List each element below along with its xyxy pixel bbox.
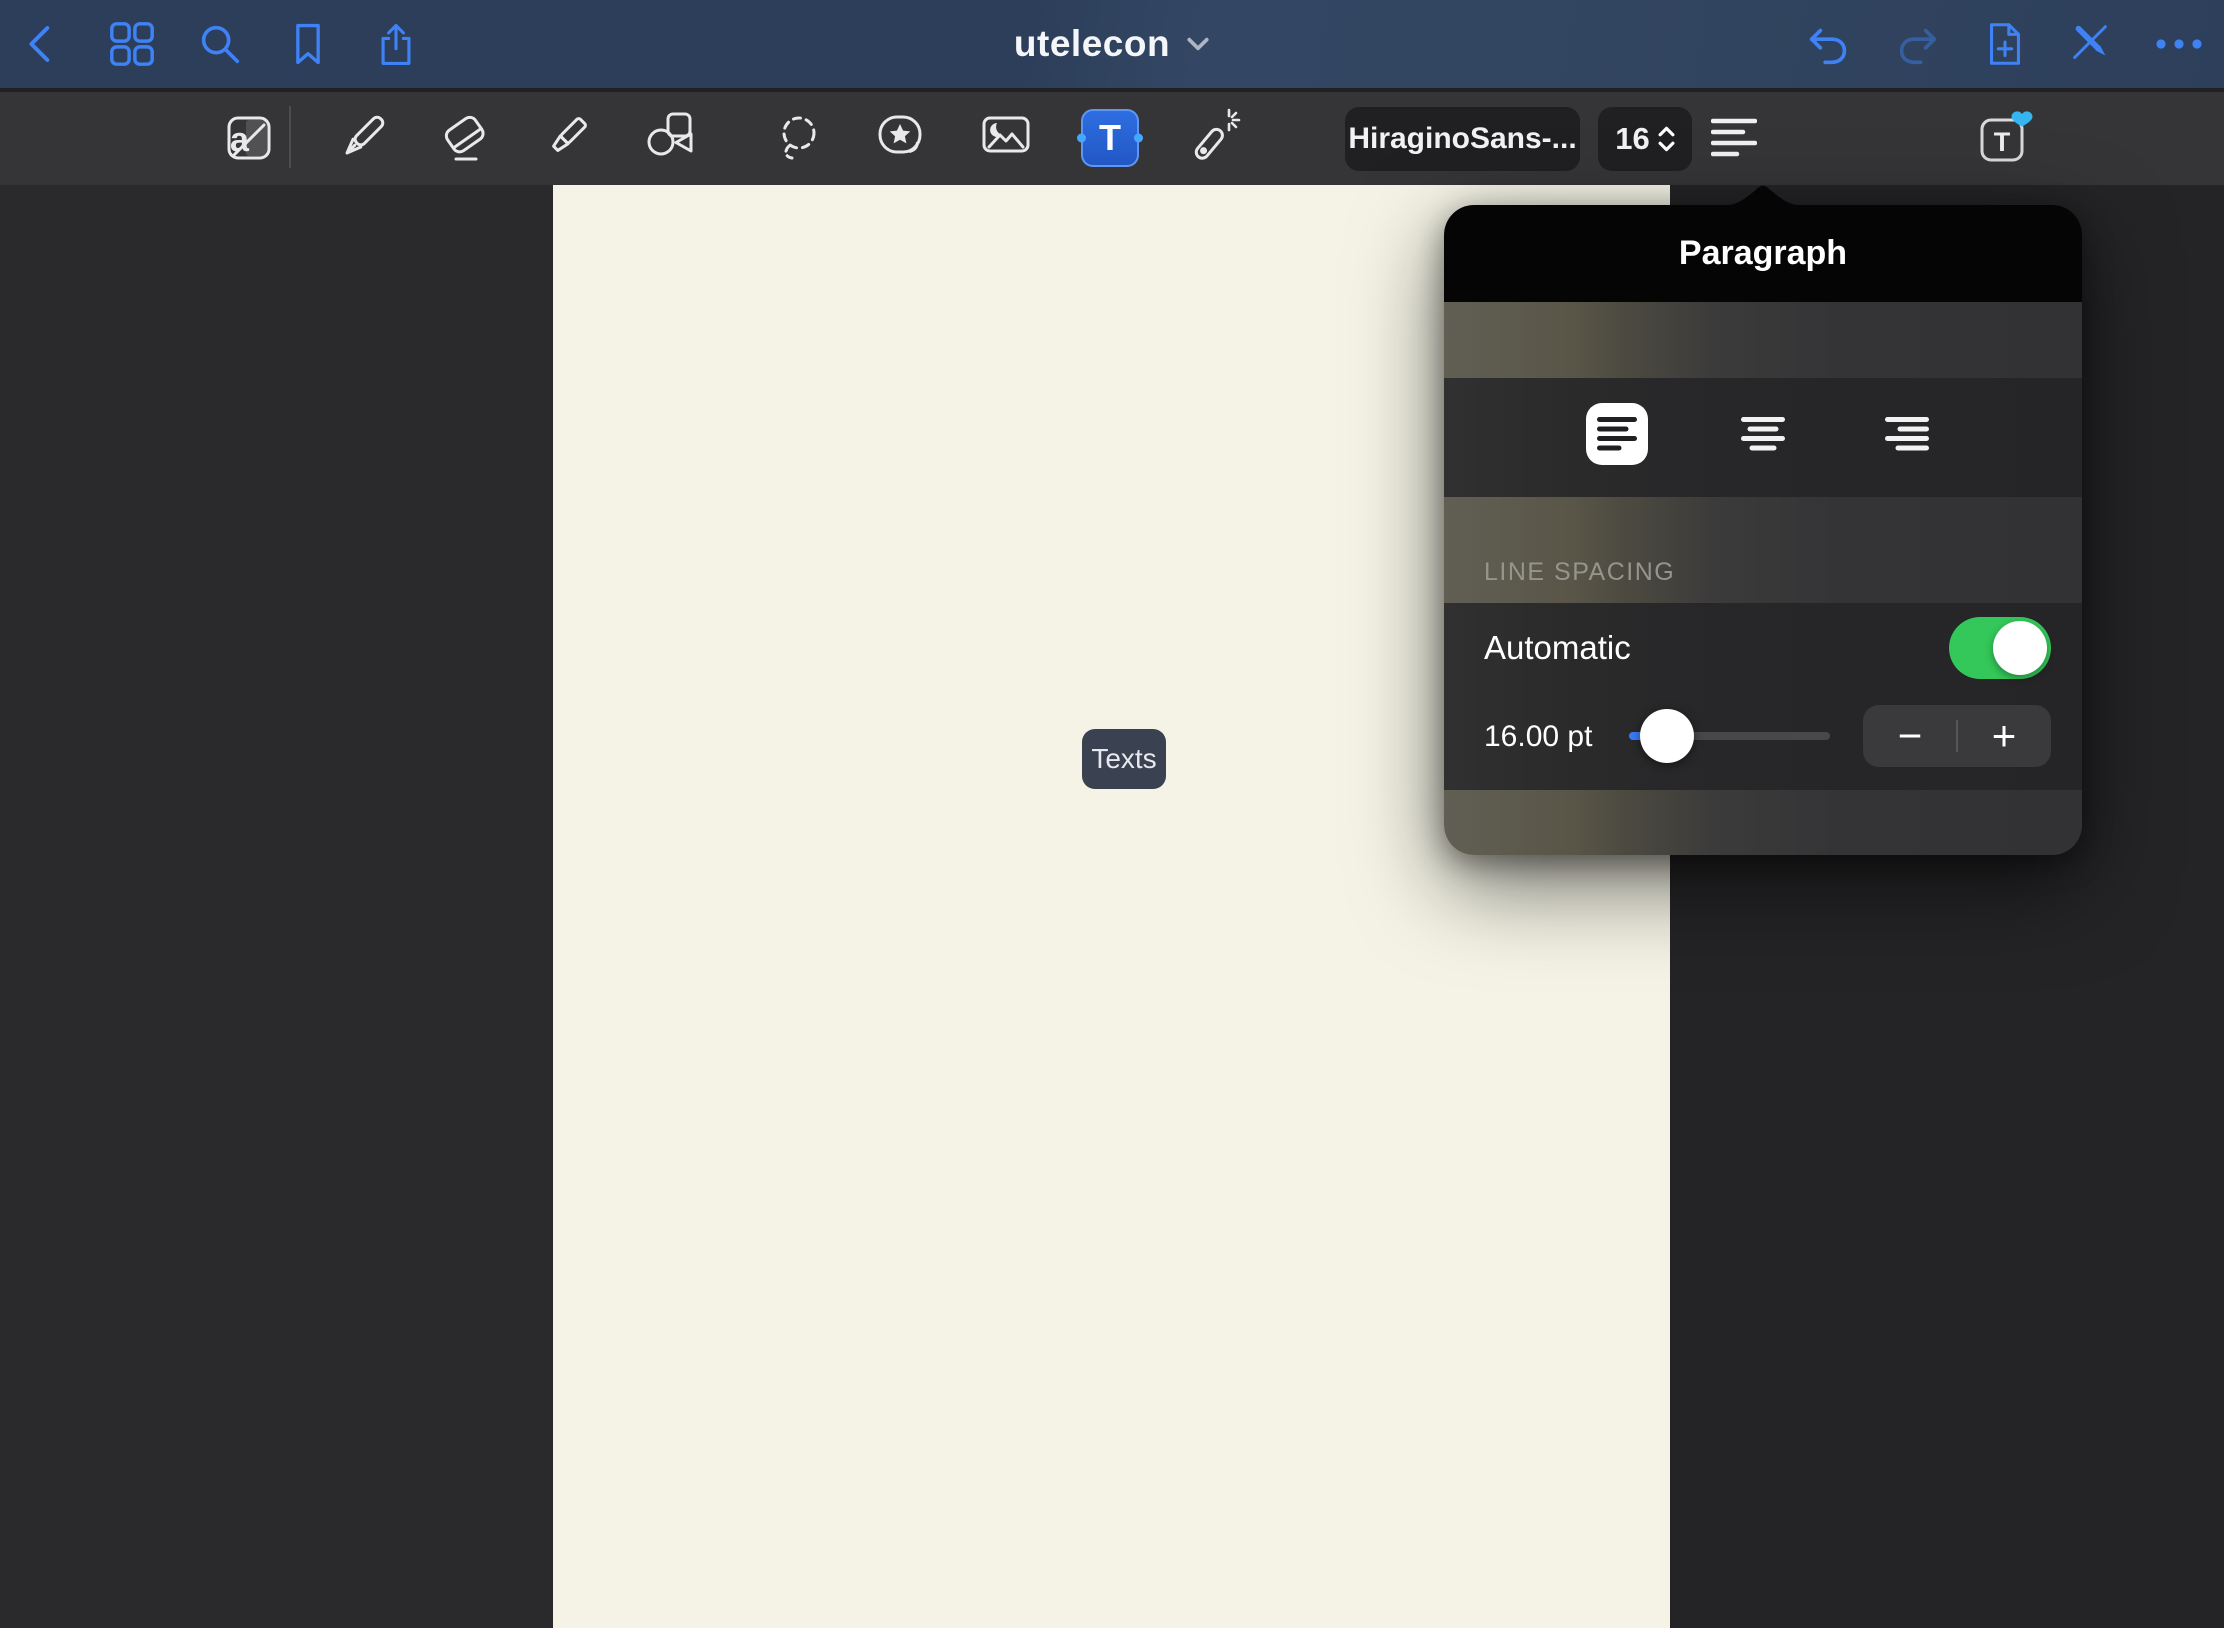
thumbnails-button[interactable] — [106, 18, 158, 70]
eraser-tool-button[interactable] — [433, 106, 497, 170]
line-spacing-section: LINE SPACING — [1444, 497, 2082, 603]
share-button[interactable] — [370, 18, 422, 70]
highlighter-tool-button[interactable] — [536, 106, 600, 170]
back-button[interactable] — [16, 18, 68, 70]
redo-icon — [1892, 18, 1942, 70]
handwriting-icon: a — [219, 106, 283, 170]
toolbar-divider — [289, 106, 291, 168]
spacing-slider-thumb[interactable] — [1640, 709, 1694, 763]
font-name-label: HiraginoSans-... — [1348, 122, 1576, 156]
lasso-tool-button[interactable] — [768, 106, 832, 170]
shapes-icon — [639, 106, 703, 170]
sticker-star-icon — [871, 106, 935, 170]
popover-band-top — [1444, 302, 2082, 378]
document-title[interactable]: utelecon — [1014, 23, 1170, 65]
line-spacing-controls: Automatic 16.00 pt − + — [1444, 603, 2082, 790]
toolbar: a — [0, 88, 2224, 185]
text-tool-selected-box: T — [1081, 109, 1139, 167]
svg-text:T: T — [1994, 127, 2011, 157]
line-spacing-label: LINE SPACING — [1484, 558, 1675, 587]
bookmark-button[interactable] — [282, 18, 334, 70]
search-icon — [195, 19, 245, 69]
share-icon — [372, 18, 420, 70]
image-icon — [974, 106, 1038, 170]
sticker-tool-button[interactable] — [871, 106, 935, 170]
shapes-tool-button[interactable] — [639, 106, 703, 170]
laser-tool-button[interactable] — [1183, 106, 1247, 170]
font-size-value: 16 — [1615, 121, 1649, 157]
increase-spacing-button[interactable]: + — [1957, 705, 2051, 767]
paragraph-popover: Paragraph — [1444, 205, 2082, 855]
highlighter-icon — [536, 106, 600, 170]
laser-pointer-icon — [1183, 106, 1247, 170]
align-left-button-selected[interactable] — [1586, 403, 1648, 465]
navbar: utelecon — [0, 0, 2224, 88]
text-tool-glyph: T — [1099, 117, 1121, 159]
title-chevron-down-icon[interactable] — [1186, 36, 1210, 52]
font-size-button[interactable]: 16 — [1598, 107, 1692, 171]
selection-handle-right — [1134, 134, 1143, 143]
eraser-icon — [433, 106, 497, 170]
font-name-button[interactable]: HiraginoSans-... — [1345, 107, 1580, 171]
back-chevron-icon — [19, 18, 65, 70]
redo-button[interactable] — [1891, 18, 1943, 70]
readonly-mode-button[interactable] — [2064, 18, 2116, 70]
handwriting-tool-button[interactable]: a — [219, 106, 283, 170]
toggle-knob — [1993, 621, 2047, 675]
popover-header: Paragraph — [1444, 205, 2082, 302]
pen-tool-button[interactable] — [330, 106, 394, 170]
align-right-button[interactable] — [1875, 402, 1939, 466]
stepper-divider — [1956, 720, 1958, 752]
pen-cross-icon — [2065, 18, 2115, 70]
text-object[interactable]: Texts — [1082, 729, 1166, 789]
paragraph-align-button[interactable] — [1705, 106, 1763, 170]
text-style-button[interactable]: T — [1972, 106, 2036, 170]
alignment-row — [1444, 378, 2082, 497]
popover-body: Paragraph — [1444, 205, 2082, 855]
text-object-label: Texts — [1091, 743, 1156, 775]
popover-title: Paragraph — [1679, 234, 1847, 273]
bookmark-icon — [284, 19, 332, 69]
undo-icon — [1804, 18, 1854, 70]
image-tool-button[interactable] — [974, 106, 1038, 170]
text-tool-button[interactable]: T — [1078, 106, 1142, 170]
grid-icon — [107, 19, 157, 69]
automatic-toggle[interactable] — [1949, 617, 2051, 679]
align-left-icon — [1597, 417, 1637, 451]
size-stepper-chevrons-icon — [1658, 125, 1675, 153]
spacing-value: 16.00 pt — [1484, 720, 1592, 754]
pen-icon — [330, 106, 394, 170]
lasso-icon — [768, 106, 832, 170]
search-button[interactable] — [194, 18, 246, 70]
align-right-icon — [1885, 417, 1929, 451]
text-style-heart-icon: T — [1972, 106, 2036, 170]
align-center-icon — [1741, 417, 1785, 451]
ellipsis-icon — [2153, 18, 2205, 70]
popover-band-bottom — [1444, 790, 2082, 855]
app-screen: utelecon — [0, 0, 2224, 1628]
undo-button[interactable] — [1803, 18, 1855, 70]
more-button[interactable] — [2153, 18, 2205, 70]
align-left-icon — [1711, 118, 1757, 158]
decrease-spacing-button[interactable]: − — [1863, 705, 1957, 767]
selection-handle-left — [1077, 134, 1086, 143]
add-page-button[interactable] — [1979, 18, 2031, 70]
spacing-stepper: − + — [1863, 705, 2051, 767]
align-center-button[interactable] — [1731, 402, 1795, 466]
popover-caret — [1728, 185, 1798, 205]
add-page-icon — [1980, 18, 2030, 70]
automatic-label: Automatic — [1484, 629, 1631, 667]
